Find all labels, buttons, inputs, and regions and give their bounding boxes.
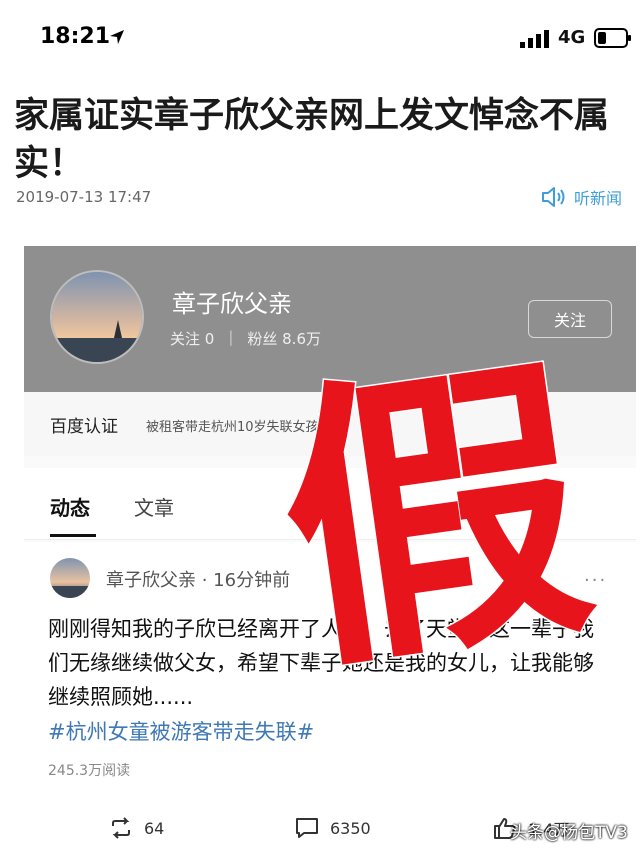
source-watermark: 头条@杨包TV3 <box>510 823 628 843</box>
post-read-count: 245.3万阅读 <box>48 763 131 779</box>
active-tab-indicator <box>50 534 96 537</box>
comment-count: 6350 <box>330 818 371 838</box>
article-title: 家属证实章子欣父亲网上发文悼念不属实！ <box>14 96 610 184</box>
tab-feed[interactable]: 动态 <box>50 492 90 521</box>
status-time: 18:21 <box>40 24 111 49</box>
repost-icon <box>112 817 130 839</box>
profile-avatar <box>50 270 144 364</box>
stat-divider: | <box>228 328 234 346</box>
follow-button[interactable]: 关注 <box>528 300 612 338</box>
comment-button[interactable]: 6350 <box>294 816 371 840</box>
following-count[interactable]: 关注 0 <box>170 328 214 349</box>
status-bar: 18:21 4G <box>0 0 640 80</box>
network-type: 4G <box>558 27 586 48</box>
battery-icon <box>594 28 631 48</box>
repost-button[interactable]: 64 <box>108 816 164 840</box>
location-arrow-icon <box>110 30 124 44</box>
tab-articles[interactable]: 文章 <box>134 492 174 521</box>
post-author[interactable]: 章子欣父亲 · 16分钟前 <box>106 566 290 592</box>
article-date: 2019-07-13 17:47 <box>16 188 152 206</box>
fake-stamp-text: 假 <box>268 340 598 670</box>
profile-name: 章子欣父亲 <box>172 290 292 318</box>
comment-icon <box>296 818 318 838</box>
verification-label: 百度认证 <box>50 417 118 437</box>
signal-icon <box>520 30 549 48</box>
repost-count: 64 <box>144 818 165 838</box>
post-hashtag[interactable]: #杭州女童被游客带走失联# <box>48 716 314 746</box>
speaker-icon <box>542 187 565 207</box>
fake-stamp: 假 <box>268 340 598 670</box>
post-avatar[interactable] <box>50 558 90 598</box>
listen-label: 听新闻 <box>574 189 623 208</box>
listen-news-button[interactable]: 听新闻 <box>540 184 622 210</box>
